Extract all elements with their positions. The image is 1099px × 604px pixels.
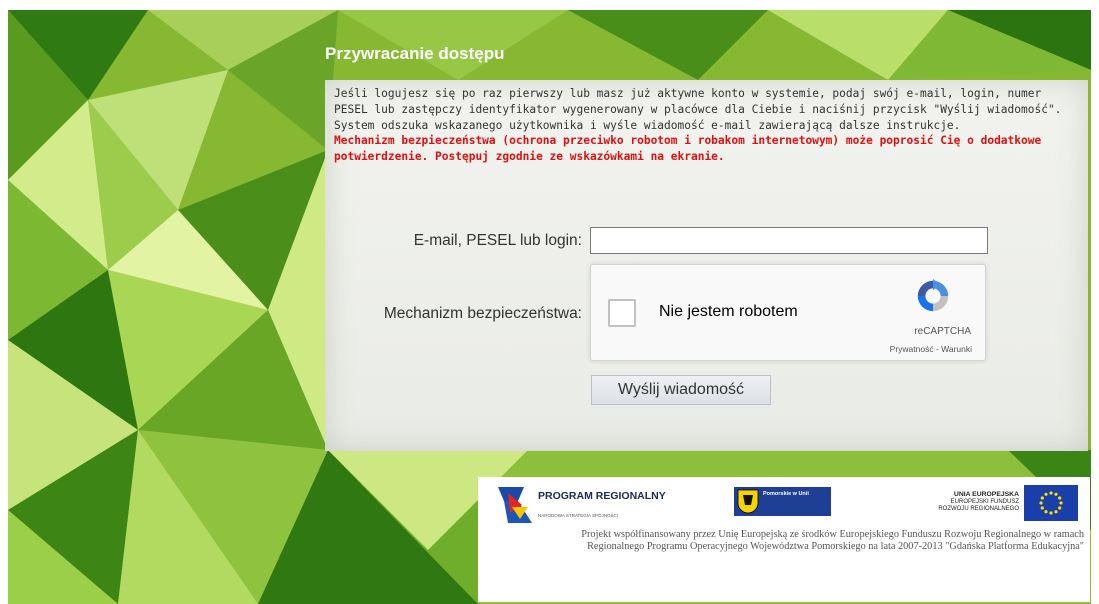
pomorskie-w-unii-logo: Pomorskie w Unii (734, 487, 831, 516)
eu-flag-icon (1024, 485, 1078, 521)
instructions: Jeśli logujesz się po raz pierwszy lub m… (334, 86, 1074, 165)
recaptcha-checkbox[interactable] (608, 299, 636, 327)
recaptcha-privacy-terms-link[interactable]: Prywatność - Warunki (841, 344, 972, 354)
recaptcha-logo-icon (917, 278, 949, 312)
program-regionalny-logo: PROGRAM REGIONALNY NARODOWA STRATEGIA SP… (498, 487, 678, 527)
page-title: Przywracanie dostępu (325, 44, 505, 63)
pomorskie-text: Pomorskie w Unii (763, 491, 809, 497)
eu-stars-icon (1039, 491, 1063, 515)
security-label: Mechanizm bezpieczeństwa: (383, 305, 582, 322)
recaptcha-brand: reCAPTCHA (914, 326, 971, 337)
pomorskie-crest-icon (737, 489, 759, 514)
program-regionalny-text: PROGRAM REGIONALNY (538, 490, 666, 502)
email-pesel-login-input[interactable] (590, 227, 988, 254)
ue-efrr-logo-text: UNIA EUROPEJSKA EUROPEJSKI FUNDUSZ ROZWO… (929, 491, 1019, 514)
program-regionalny-subtext: NARODOWA STRATEGIA SPÓJNOŚCI (538, 513, 619, 518)
ue-title: UNIA EUROPEJSKA (953, 491, 1019, 498)
recaptcha-checkbox-label: Nie jestem robotem (659, 303, 798, 320)
footer-cofinancing-text: Projekt współfinansowany przez Unię Euro… (581, 529, 1084, 552)
instructions-text: Jeśli logujesz się po raz pierwszy lub m… (334, 87, 1062, 132)
security-warning: Mechanizm bezpieczeństwa (ochrona przeci… (334, 134, 1042, 164)
send-message-button[interactable]: Wyślij wiadomość (591, 375, 771, 405)
ue-subtitle: EUROPEJSKI FUNDUSZ ROZWOJU REGIONALNEGO (938, 498, 1019, 513)
email-label: E-mail, PESEL lub login: (413, 232, 582, 249)
recaptcha-widget: Nie jestem robotem reCAPTCHA Prywatność … (590, 264, 986, 361)
program-regionalny-emblem-icon (498, 487, 532, 523)
footer-logos: PROGRAM REGIONALNY NARODOWA STRATEGIA SP… (478, 477, 1090, 602)
